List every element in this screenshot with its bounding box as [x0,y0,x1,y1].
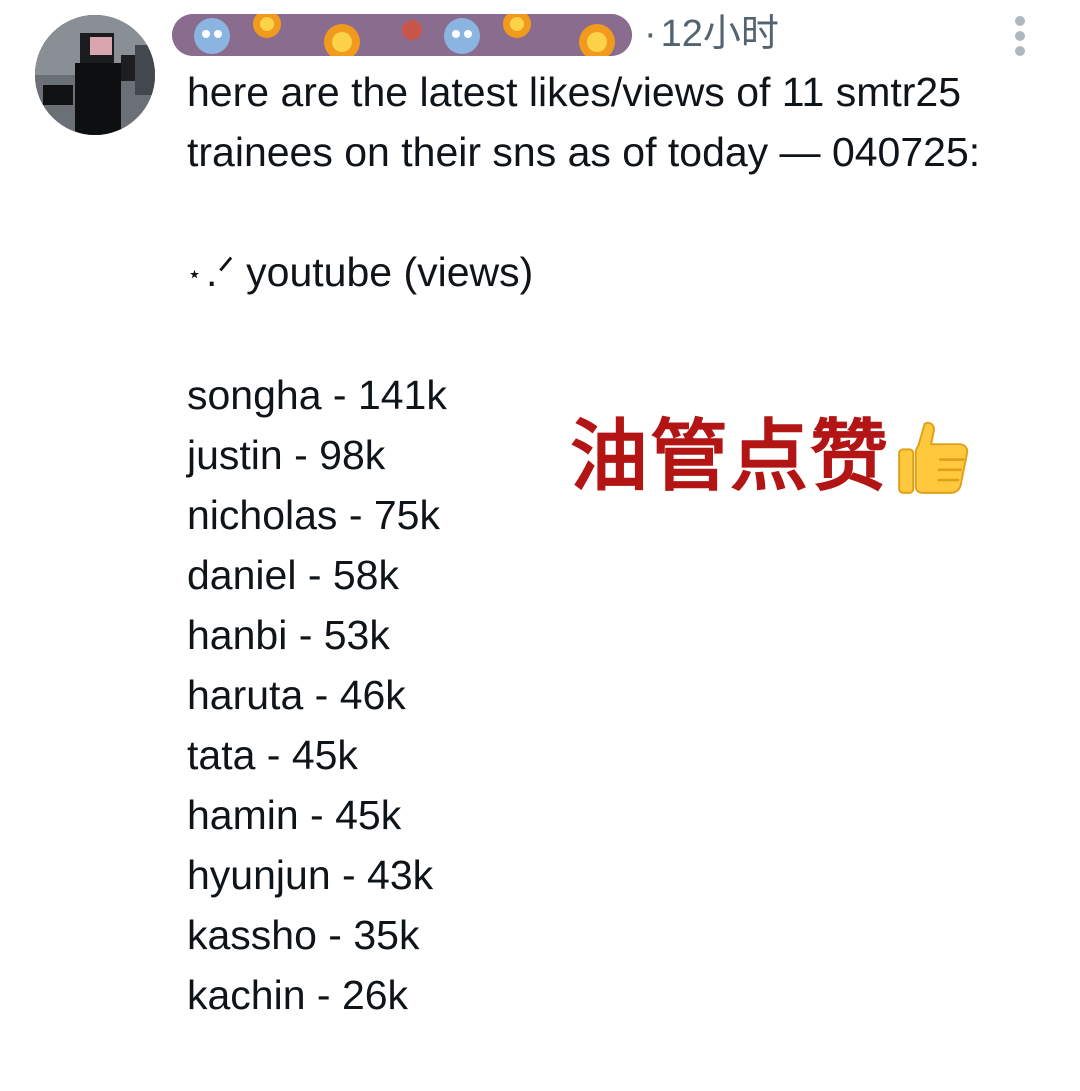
stats-item: hamin - 45k [187,792,402,839]
stats-item: hyunjun - 43k [187,852,434,899]
section-heading-text: .ᐟ youtube (views) [206,249,534,295]
thumbs-up-icon [898,421,969,494]
more-dot [1015,46,1025,56]
timestamp-separator: · [644,13,657,55]
decorative-pattern [172,14,632,56]
star-glyph: ⋆ [187,261,203,289]
more-options-button[interactable] [1006,14,1034,58]
avatar-image [35,15,155,135]
username-redacted[interactable] [172,14,632,56]
timestamp-text: 12小时 [660,13,779,55]
stats-item: haruta - 46k [187,672,406,719]
post-intro-text: here are the latest likes/views of 11 sm… [187,69,981,175]
more-dot [1015,16,1025,26]
section-heading: ⋆.ᐟ youtube (views) [187,242,1047,305]
more-dot [1015,31,1025,41]
overlay-caption: 油管点赞 [570,412,976,502]
caption-text: 油管点赞 [570,412,891,502]
post-timestamp[interactable]: · 12小时 [644,12,779,56]
stats-item: kassho - 35k [187,912,420,959]
avatar[interactable] [35,15,155,135]
stats-item: tata - 45k [187,732,358,779]
stats-item: kachin - 26k [187,972,409,1019]
stats-item: hanbi - 53k [187,612,390,659]
post-body: here are the latest likes/views of 11 sm… [187,62,1047,1025]
stats-item: daniel - 58k [187,552,399,599]
